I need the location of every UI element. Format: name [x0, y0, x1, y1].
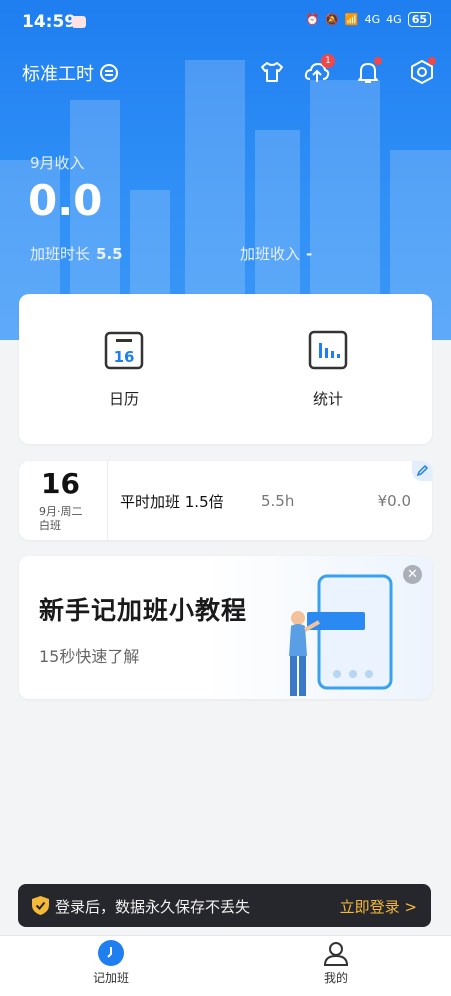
close-icon[interactable]: ✕	[403, 565, 422, 584]
mute-icon: 🔕	[325, 13, 339, 26]
tab-profile-label: 我的	[323, 971, 348, 985]
wifi-icon: 📶	[344, 13, 359, 26]
status-bar: 14:59 ⏰ 🔕 📶 4G 4G 65	[0, 0, 451, 44]
alarm-icon: ⏰	[305, 13, 320, 26]
overtime-record-card[interactable]: 16 9月·周二 白班 平时加班 1.5倍 5.5h ¥0.0	[19, 461, 432, 540]
tab-profile[interactable]: 我的	[291, 940, 381, 986]
record-hours: 5.5h	[261, 492, 295, 510]
status-icons: ⏰ 🔕 📶 4G 4G 65	[306, 12, 431, 27]
month-income-value: 0.0	[28, 176, 103, 225]
record-shift: 白班	[39, 519, 61, 532]
signal-icon-2: 4G	[386, 13, 402, 26]
login-now-button[interactable]: 立即登录 >	[340, 896, 417, 917]
user-icon	[323, 940, 349, 966]
calendar-label: 日历	[108, 390, 139, 408]
tutorial-banner[interactable]: 新手记加班小教程 15秒快速了解 ✕	[19, 556, 432, 699]
bar-chart-icon	[308, 330, 348, 370]
tab-overtime[interactable]: 记加班	[66, 940, 156, 986]
notification-icon	[72, 16, 86, 28]
bell-dot	[374, 57, 382, 65]
work-mode-selector[interactable]: 标准工时	[22, 60, 118, 86]
tutorial-subtitle: 15秒快速了解	[39, 647, 140, 666]
record-day: 16	[41, 467, 80, 500]
switch-icon	[100, 64, 118, 82]
settings-icon[interactable]	[408, 57, 436, 86]
bell-icon[interactable]	[354, 57, 382, 86]
overtime-hours: 加班时长 5.5	[30, 243, 123, 264]
signal-icon-1: 4G	[364, 13, 381, 26]
login-prompt-bar[interactable]: 登录后，数据永久保存不丢失 立即登录 >	[18, 884, 431, 927]
tutorial-illustration	[289, 574, 393, 696]
tab-overtime-label: 记加班	[92, 971, 129, 985]
calendar-icon-date: 16	[114, 348, 135, 366]
overtime-income: 加班收入 -	[240, 243, 312, 264]
status-time: 14:59	[22, 12, 77, 32]
record-divider	[107, 461, 108, 540]
settings-dot	[428, 57, 436, 65]
statistics-label: 统计	[312, 390, 343, 408]
calendar-icon: 16	[104, 330, 144, 370]
shirt-icon[interactable]	[258, 58, 286, 86]
upload-badge: 1	[321, 54, 335, 68]
overtime-hours-label: 加班时长	[30, 245, 91, 263]
shield-icon	[32, 896, 49, 915]
hero-banner: 14:59 ⏰ 🔕 📶 4G 4G 65 标准工时 1 9月收入 0.0 加班时…	[0, 0, 451, 340]
cloud-upload-icon[interactable]: 1	[303, 54, 335, 86]
login-prompt-text: 登录后，数据永久保存不丢失	[55, 898, 251, 916]
tutorial-title: 新手记加班小教程	[39, 596, 248, 625]
clock-icon	[98, 940, 124, 966]
edit-icon[interactable]	[412, 461, 432, 481]
battery-icon: 65	[407, 12, 431, 27]
bottom-tab-bar: 记加班 我的	[0, 935, 451, 996]
quick-actions-card: 16 日历 统计	[19, 294, 432, 444]
record-type: 平时加班 1.5倍	[120, 493, 224, 511]
month-income-label: 9月收入	[30, 154, 85, 172]
overtime-income-value: -	[306, 245, 313, 263]
record-amount: ¥0.0	[377, 492, 411, 510]
statistics-button[interactable]: 统计	[278, 330, 378, 409]
calendar-button[interactable]: 16 日历	[74, 330, 174, 409]
overtime-income-label: 加班收入	[240, 245, 301, 263]
work-mode-label: 标准工时	[22, 64, 94, 85]
overtime-hours-value: 5.5	[96, 245, 123, 263]
